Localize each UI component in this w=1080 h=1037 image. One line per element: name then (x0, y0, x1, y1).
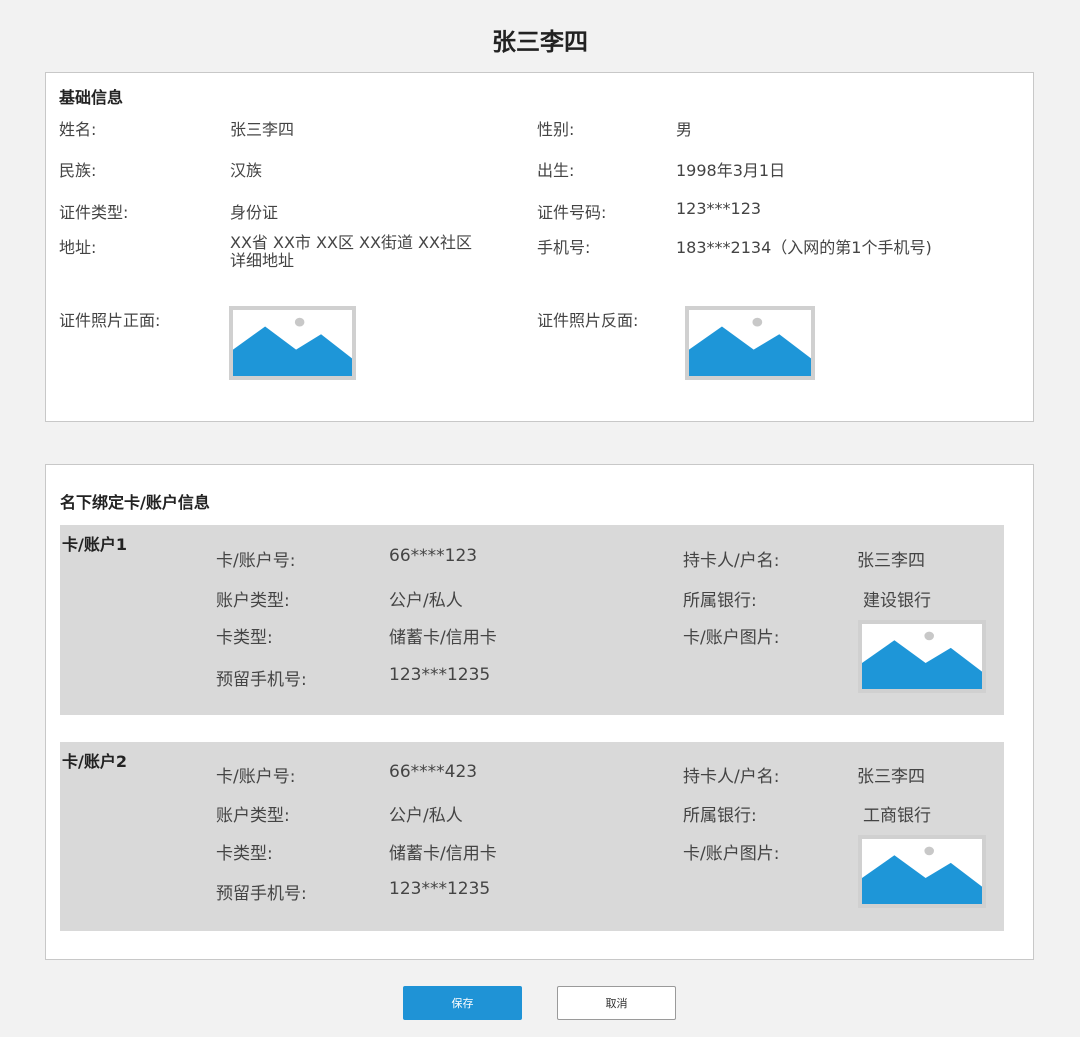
card-holder-label: 持卡人/户名: (683, 551, 780, 571)
id-type-label: 证件类型: (59, 203, 129, 222)
save-button[interactable]: 保存 (403, 986, 522, 1020)
account-card-title: 卡/账户1 (62, 535, 127, 554)
bound-accounts-panel: 名下绑定卡/账户信息 卡/账户1 卡/账户号: 66****123 持卡人/户名… (45, 464, 1034, 960)
cancel-button[interactable]: 取消 (557, 986, 676, 1020)
birth-label: 出生: (537, 161, 575, 180)
card-type-value: 储蓄卡/信用卡 (389, 628, 497, 648)
bank-label: 所属银行: (683, 591, 757, 611)
bound-accounts-title: 名下绑定卡/账户信息 (60, 493, 210, 512)
account-card: 卡/账户2 卡/账户号: 66****423 持卡人/户名: 张三李四 账户类型… (60, 742, 1004, 931)
card-image[interactable] (858, 835, 986, 908)
image-placeholder-icon (862, 846, 982, 904)
birth-value: 1998年3月1日 (676, 161, 786, 180)
card-holder-label: 持卡人/户名: (683, 767, 780, 787)
id-type-value: 身份证 (230, 203, 279, 222)
name-label: 姓名: (59, 120, 97, 139)
account-card: 卡/账户1 卡/账户号: 66****123 持卡人/户名: 张三李四 账户类型… (60, 525, 1004, 715)
account-type-label: 账户类型: (216, 591, 290, 611)
card-number-label: 卡/账户号: (216, 551, 296, 571)
id-number-value: 123***123 (676, 199, 762, 218)
address-value: XX省 XX市 XX区 XX街道 XX社区 详细地址 (230, 233, 472, 270)
phone-value: 183***2134（入网的第1个手机号) (676, 238, 932, 257)
reserved-phone-label: 预留手机号: (216, 670, 307, 690)
account-type-label: 账户类型: (216, 806, 290, 826)
card-type-label: 卡类型: (216, 628, 273, 648)
card-type-value: 储蓄卡/信用卡 (389, 844, 497, 864)
id-number-label: 证件号码: (537, 203, 607, 222)
reserved-phone-value: 123***1235 (389, 665, 491, 685)
basic-info-title: 基础信息 (59, 88, 124, 107)
card-image-label: 卡/账户图片: (683, 844, 780, 864)
image-placeholder-icon (689, 317, 811, 376)
bank-value: 建设银行 (863, 591, 931, 611)
id-photo-front-label: 证件照片正面: (59, 311, 161, 330)
id-photo-back[interactable] (685, 306, 815, 380)
card-image[interactable] (858, 620, 986, 693)
gender-value: 男 (676, 120, 693, 139)
image-placeholder-icon (233, 317, 352, 376)
name-value: 张三李四 (230, 120, 295, 139)
bank-label: 所属银行: (683, 806, 757, 826)
card-number-label: 卡/账户号: (216, 767, 296, 787)
ethnic-value: 汉族 (230, 161, 263, 180)
basic-info-panel: 基础信息 姓名: 张三李四 性别: 男 民族: 汉族 出生: 1998年3月1日… (45, 72, 1034, 422)
reserved-phone-value: 123***1235 (389, 879, 491, 899)
id-photo-front[interactable] (229, 306, 356, 380)
reserved-phone-label: 预留手机号: (216, 884, 307, 904)
account-type-value: 公户/私人 (389, 591, 463, 611)
card-holder-value: 张三李四 (857, 551, 925, 571)
card-holder-value: 张三李四 (857, 767, 925, 787)
account-type-value: 公户/私人 (389, 806, 463, 826)
page-title: 张三李四 (492, 28, 588, 56)
ethnic-label: 民族: (59, 161, 97, 180)
gender-label: 性别: (537, 120, 575, 139)
image-placeholder-icon (862, 631, 982, 689)
card-number-value: 66****423 (389, 762, 478, 782)
id-photo-back-label: 证件照片反面: (537, 311, 639, 330)
account-card-title: 卡/账户2 (62, 752, 127, 771)
address-label: 地址: (59, 238, 97, 257)
card-number-value: 66****123 (389, 546, 478, 566)
card-type-label: 卡类型: (216, 844, 273, 864)
phone-label: 手机号: (537, 238, 591, 257)
card-image-label: 卡/账户图片: (683, 628, 780, 648)
bank-value: 工商银行 (863, 806, 931, 826)
